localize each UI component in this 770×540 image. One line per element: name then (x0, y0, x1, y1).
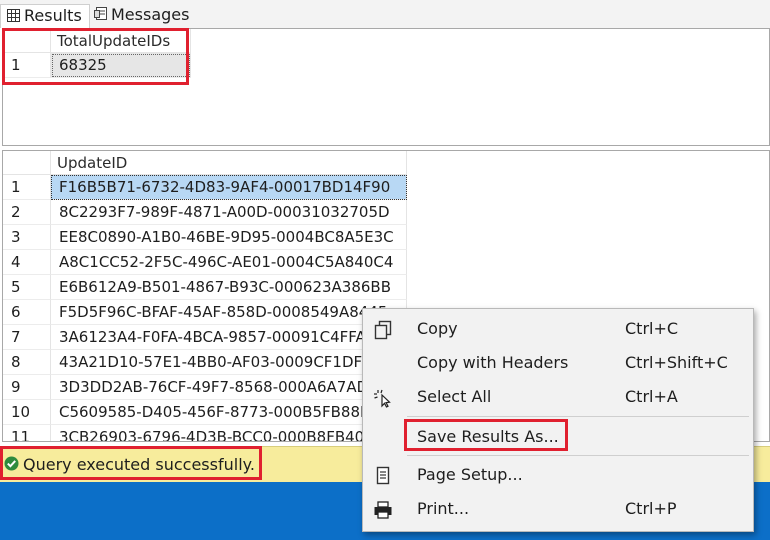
context-menu: Copy Ctrl+C Copy with Headers Ctrl+Shift… (362, 308, 754, 532)
row-number[interactable]: 6 (3, 300, 51, 325)
row-number[interactable]: 5 (3, 275, 51, 300)
row-header-corner (3, 151, 51, 175)
tab-messages-label: Messages (111, 5, 190, 24)
menu-separator (407, 416, 749, 417)
row-number[interactable]: 9 (3, 375, 51, 400)
table-cell[interactable]: C5609585-D405-456F-8773-000B5FB88F (51, 400, 407, 425)
row-number[interactable]: 2 (3, 200, 51, 225)
success-check-icon (4, 456, 19, 475)
table-cell[interactable]: 3A6123A4-F0FA-4BCA-9857-00091C4FFA7 (51, 325, 407, 350)
select-all-icon (373, 387, 393, 408)
table-cell[interactable]: E6B612A9-B501-4867-B93C-000623A386BB (51, 275, 407, 300)
table-cell[interactable]: 3D3DD2AB-76CF-49F7-8568-000A6A7AD (51, 375, 407, 400)
result-tab-bar: Results Messages (0, 0, 770, 28)
printer-icon (373, 499, 393, 519)
menu-label: Page Setup... (417, 465, 523, 484)
row-number[interactable]: 4 (3, 250, 51, 275)
row-number[interactable]: 7 (3, 325, 51, 350)
row-header-corner (3, 29, 51, 53)
cell-totalupdateids[interactable]: 68325 (51, 53, 191, 78)
row-number[interactable]: 1 (3, 175, 51, 200)
table-cell[interactable]: F5D5F96C-BFAF-45AF-858D-0008549A8445 (51, 300, 407, 325)
menu-item-page-setup[interactable]: Page Setup... (363, 459, 755, 491)
menu-label: Save Results As... (417, 427, 559, 446)
copy-icon (373, 319, 393, 340)
table-cell[interactable]: 3CB26903-6796-4D3B-BCC0-000B8FB40I (51, 425, 407, 441)
menu-item-select-all[interactable]: Select All Ctrl+A (363, 381, 755, 413)
row-number[interactable]: 11 (3, 425, 51, 441)
table-cell[interactable]: 43A21D10-57E1-4BB0-AF03-0009CF1DF5 (51, 350, 407, 375)
menu-item-print[interactable]: Print... Ctrl+P (363, 493, 755, 525)
tab-results[interactable]: Results (0, 4, 90, 28)
menu-label: Copy with Headers (417, 353, 569, 372)
menu-separator (407, 455, 749, 456)
menu-shortcut: Ctrl+A (625, 387, 678, 406)
menu-label: Copy (417, 319, 458, 338)
column-header-updateid[interactable]: UpdateID (51, 151, 407, 175)
menu-item-copy-with-headers[interactable]: Copy with Headers Ctrl+Shift+C (363, 347, 755, 379)
menu-item-copy[interactable]: Copy Ctrl+C (363, 313, 755, 345)
page-setup-icon (373, 465, 393, 485)
status-message: Query executed successfully. (23, 455, 255, 474)
table-cell[interactable]: 8C2293F7-989F-4871-A00D-00031032705D (51, 200, 407, 225)
menu-shortcut: Ctrl+C (625, 319, 679, 338)
messages-icon (94, 5, 107, 27)
table-cell[interactable]: EE8C0890-A1B0-46BE-9D95-0004BC8A5E3C (51, 225, 407, 250)
menu-label: Select All (417, 387, 492, 406)
row-number[interactable]: 10 (3, 400, 51, 425)
menu-label: Print... (417, 499, 470, 518)
tab-results-label: Results (24, 6, 82, 25)
grid-icon (7, 6, 20, 28)
column-header-totalupdateids[interactable]: TotalUpdateIDs (51, 29, 191, 53)
results-grid-1[interactable]: TotalUpdateIDs 1 68325 (2, 28, 770, 146)
row-number[interactable]: 3 (3, 225, 51, 250)
table-cell[interactable]: A8C1CC52-2F5C-496C-AE01-0004C5A840C4 (51, 250, 407, 275)
tab-messages[interactable]: Messages (92, 4, 192, 28)
menu-item-save-results-as[interactable]: Save Results As... (363, 421, 755, 453)
menu-shortcut: Ctrl+P (625, 499, 677, 518)
table-cell-selected[interactable]: F16B5B71-6732-4D83-9AF4-00017BD14F90 (51, 175, 407, 200)
menu-shortcut: Ctrl+Shift+C (625, 353, 728, 372)
row-number[interactable]: 1 (3, 53, 51, 78)
row-number[interactable]: 8 (3, 350, 51, 375)
